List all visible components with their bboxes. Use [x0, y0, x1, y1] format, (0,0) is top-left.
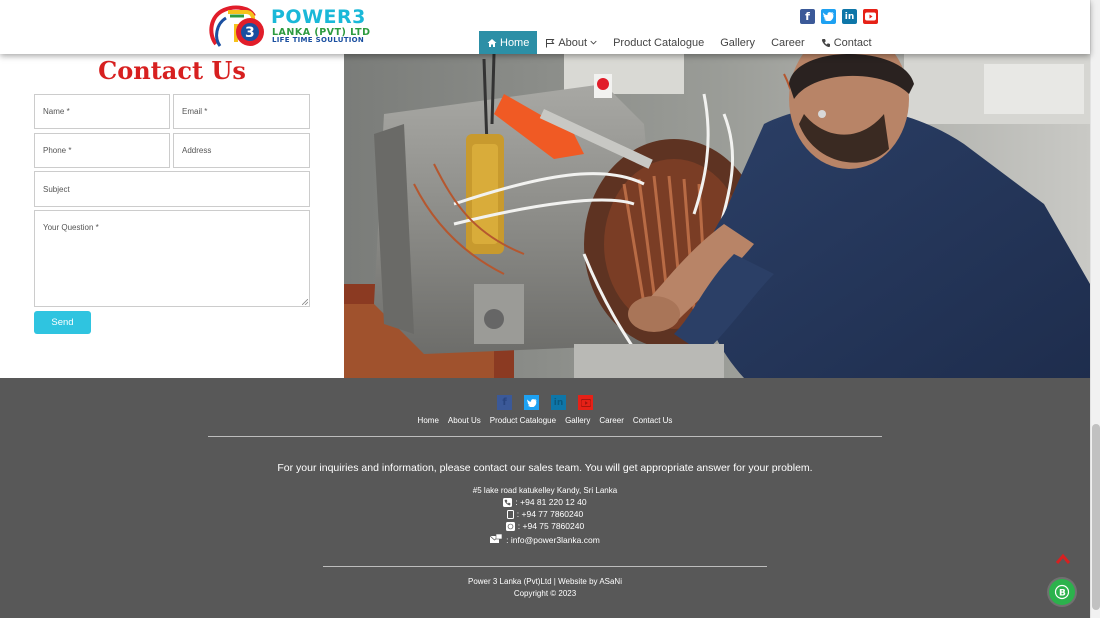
email-input[interactable]: [173, 94, 310, 129]
question-textarea[interactable]: [34, 210, 310, 307]
logo-wordmark: POWER3: [271, 6, 366, 28]
copyright-text: Copyright © 2023: [513, 589, 577, 598]
scroll-to-top-icon[interactable]: [1055, 553, 1071, 565]
email-line: : info@power3lanka.com: [0, 533, 1090, 546]
phone-icon: [821, 38, 830, 47]
youtube-icon[interactable]: [863, 9, 878, 24]
twitter-icon[interactable]: [524, 395, 539, 410]
chevron-down-icon: [590, 40, 597, 45]
header-social-links: f in: [800, 9, 878, 24]
site-header: 3 POWER3 LANKA (PVT) LTD LIFE TIME SOULU…: [0, 0, 1090, 54]
nav-home-label: Home: [500, 36, 530, 49]
phone-number[interactable]: : +94 81 220 12 40: [515, 497, 586, 507]
svg-text:B: B: [1059, 589, 1066, 599]
envelope-icon: [489, 533, 503, 546]
subject-input[interactable]: [34, 171, 310, 207]
svg-text:3: 3: [245, 25, 255, 41]
phone-icon: [503, 497, 513, 507]
logo-tagline: LIFE TIME SOULUTION: [272, 36, 365, 44]
footer-link-career[interactable]: Career: [599, 416, 623, 425]
linkedin-icon[interactable]: in: [842, 9, 857, 24]
footer-link-about[interactable]: About Us: [448, 416, 481, 425]
page-scrollbar[interactable]: [1090, 0, 1100, 618]
nav-about-label: About: [558, 36, 588, 49]
phone-input[interactable]: [34, 133, 170, 168]
technician-motor-photo: [344, 54, 1090, 378]
nav-career[interactable]: Career: [763, 31, 813, 54]
send-button[interactable]: Send: [34, 311, 91, 334]
footer-link-contact[interactable]: Contact Us: [633, 416, 673, 425]
nav-contact[interactable]: Contact: [813, 31, 880, 54]
footer-divider-bottom: [323, 566, 767, 567]
site-footer: f in Home About Us Product Catalogue Gal…: [0, 378, 1090, 618]
scrollbar-thumb[interactable]: [1092, 424, 1100, 610]
youtube-icon[interactable]: [578, 395, 593, 410]
flag-icon: [546, 38, 555, 47]
contact-us-heading: Contact Us: [98, 56, 246, 85]
linkedin-icon[interactable]: in: [551, 395, 566, 410]
resize-grip-icon[interactable]: [302, 299, 308, 305]
footer-link-products[interactable]: Product Catalogue: [490, 416, 556, 425]
mobile-icon: [506, 509, 514, 519]
name-input[interactable]: [34, 94, 170, 129]
email-address[interactable]: : info@power3lanka.com: [506, 535, 600, 545]
footer-link-home[interactable]: Home: [418, 416, 439, 425]
footer-social-links: f in: [497, 395, 593, 410]
chatbot-button[interactable]: B: [1049, 579, 1075, 605]
facebook-icon[interactable]: f: [800, 9, 815, 24]
nav-contact-label: Contact: [833, 36, 872, 49]
whatsapp-icon: [505, 521, 515, 531]
footer-divider: [208, 436, 882, 437]
credits-text: Power 3 Lanka (Pvt)Ltd | Website by ASaN…: [467, 577, 622, 586]
nav-product-catalogue[interactable]: Product Catalogue: [605, 31, 712, 54]
whatsapp-number[interactable]: : +94 75 7860240: [518, 521, 584, 531]
mobile-line: : +94 77 7860240: [0, 509, 1090, 519]
nav-home[interactable]: Home: [479, 31, 538, 54]
inquiry-text: For your inquiries and information, plea…: [277, 462, 813, 474]
address-text: #5 lake road katukelley Kandy, Sri Lanka: [472, 486, 618, 495]
facebook-icon[interactable]: f: [497, 395, 512, 410]
mobile-number[interactable]: : +94 77 7860240: [517, 509, 583, 519]
address-input[interactable]: [173, 133, 310, 168]
nav-about[interactable]: About: [537, 31, 605, 54]
main-nav: Home About Product Catalogue Gallery Car…: [479, 31, 880, 54]
footer-link-gallery[interactable]: Gallery: [565, 416, 590, 425]
phone-line: : +94 81 220 12 40: [0, 497, 1090, 507]
chatbot-icon: B: [1054, 584, 1070, 600]
home-icon: [487, 38, 497, 47]
nav-gallery[interactable]: Gallery: [712, 31, 763, 54]
footer-nav: Home About Us Product Catalogue Gallery …: [0, 416, 1090, 425]
twitter-icon[interactable]: [821, 9, 836, 24]
whatsapp-line: : +94 75 7860240: [0, 521, 1090, 531]
motor-repair-illustration: [344, 54, 1090, 378]
